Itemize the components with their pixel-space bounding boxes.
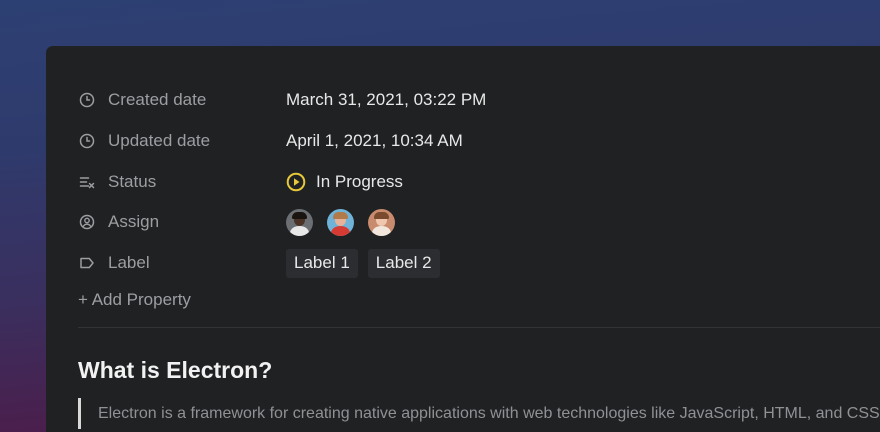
property-created-date: Created date March 31, 2021, 03:22 PM (78, 86, 486, 114)
updated-date-value[interactable]: April 1, 2021, 10:34 AM (286, 131, 463, 151)
blockquote: Electron is a framework for creating nat… (78, 398, 880, 429)
tag-list: Label 1 Label 2 (286, 248, 450, 278)
add-property-button[interactable]: + Add Property (78, 290, 191, 310)
property-label-row: Label Label 1 Label 2 (78, 248, 450, 278)
property-status: Status In Progress (78, 168, 403, 196)
created-date-value[interactable]: March 31, 2021, 03:22 PM (286, 90, 486, 110)
property-label: Status (108, 172, 157, 191)
blockquote-text: Electron is a framework for creating nat… (98, 404, 880, 422)
tag-icon (78, 254, 96, 272)
play-circle-icon (286, 172, 306, 192)
property-label: Label (108, 253, 150, 272)
document-panel: Created date March 31, 2021, 03:22 PM Up… (46, 46, 880, 432)
avatar[interactable] (286, 208, 313, 236)
content-heading: What is Electron? (78, 357, 273, 383)
avatar[interactable] (327, 208, 354, 236)
property-label: Updated date (108, 131, 211, 150)
clock-icon (78, 91, 96, 109)
user-circle-icon (78, 213, 96, 231)
tag-label-1[interactable]: Label 1 (286, 248, 358, 278)
property-label: Created date (108, 90, 207, 109)
tag-label-2[interactable]: Label 2 (367, 248, 440, 278)
avatar[interactable] (368, 208, 395, 236)
property-updated-date: Updated date April 1, 2021, 10:34 AM (78, 127, 463, 155)
clock-icon (78, 132, 96, 150)
property-label: Assign (108, 212, 160, 231)
divider (78, 327, 880, 328)
assignee-list (286, 208, 409, 236)
status-value[interactable]: In Progress (286, 172, 403, 192)
status-text: In Progress (316, 172, 403, 191)
list-check-icon (78, 173, 96, 191)
property-assign: Assign (78, 208, 409, 236)
